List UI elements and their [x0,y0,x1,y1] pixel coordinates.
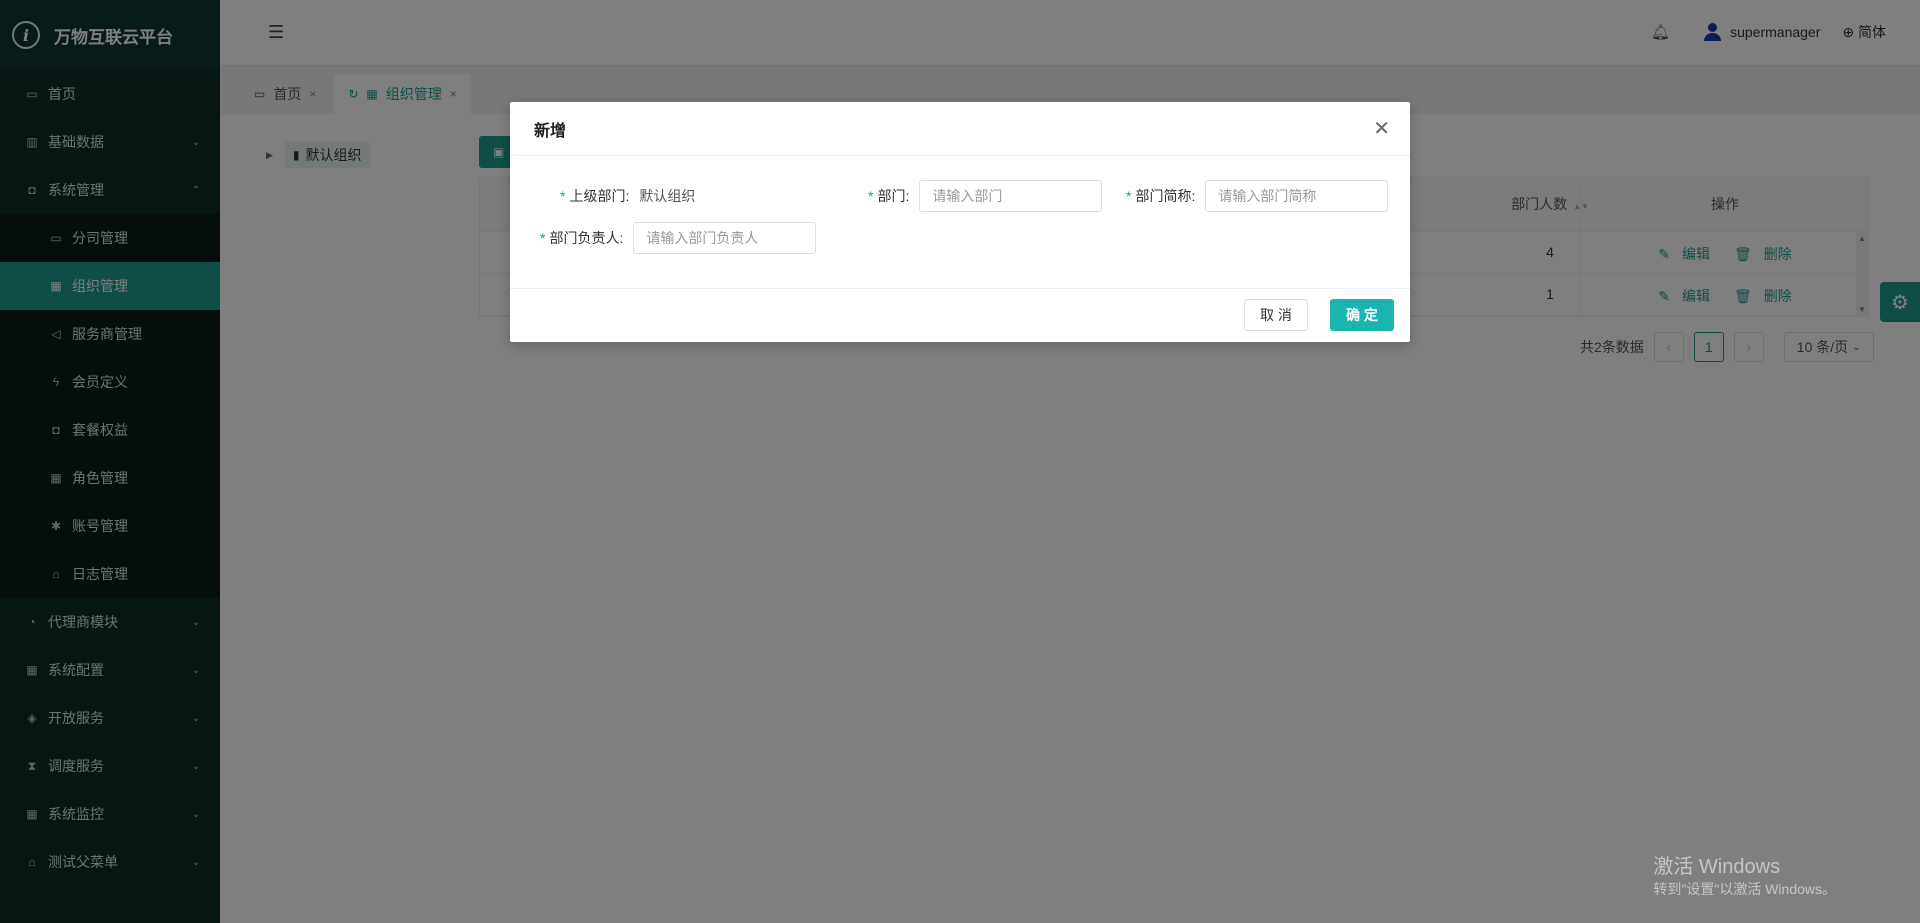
form-item-short: * 部门简称: 请输入部门简称 [1126,180,1389,212]
parent-label: 上级部门: [569,188,630,204]
required-mark: * [560,188,566,204]
modal-footer: 取 消 确 定 [510,288,1410,342]
dept-label: 部门: [877,188,910,204]
leader-input[interactable]: 请输入部门负责人 [633,222,817,254]
required-mark: * [868,188,874,204]
close-icon[interactable]: ✕ [1373,116,1390,141]
form-item-dept: * 部门: 请输入部门 [868,180,1103,212]
leader-label: 部门负责人: [549,230,624,246]
modal-title: 新增 [534,122,567,140]
windows-activation-watermark: 激活 Windows 转到"设置"以激活 Windows。 [1653,850,1836,899]
cancel-button[interactable]: 取 消 [1244,299,1308,331]
watermark-line1: 激活 Windows [1653,856,1781,878]
confirm-button[interactable]: 确 定 [1330,299,1394,331]
parent-value: 默认组织 [639,188,696,204]
form-item-parent: * 上级部门: 默认组织 [560,186,695,206]
short-name-input[interactable]: 请输入部门简称 [1205,180,1389,212]
short-label: 部门简称: [1135,188,1196,204]
watermark-line2: 转到"设置"以激活 Windows。 [1653,881,1836,897]
required-mark: * [1126,188,1132,204]
required-mark: * [540,230,546,246]
add-dept-modal: 新增 ✕ * 上级部门: 默认组织 * 部门: 请输入部门 * 部门简称: 请输… [510,102,1410,342]
form-item-leader: * 部门负责人: 请输入部门负责人 [540,222,817,254]
modal-header: 新增 ✕ [510,102,1410,156]
dept-input[interactable]: 请输入部门 [919,180,1103,212]
